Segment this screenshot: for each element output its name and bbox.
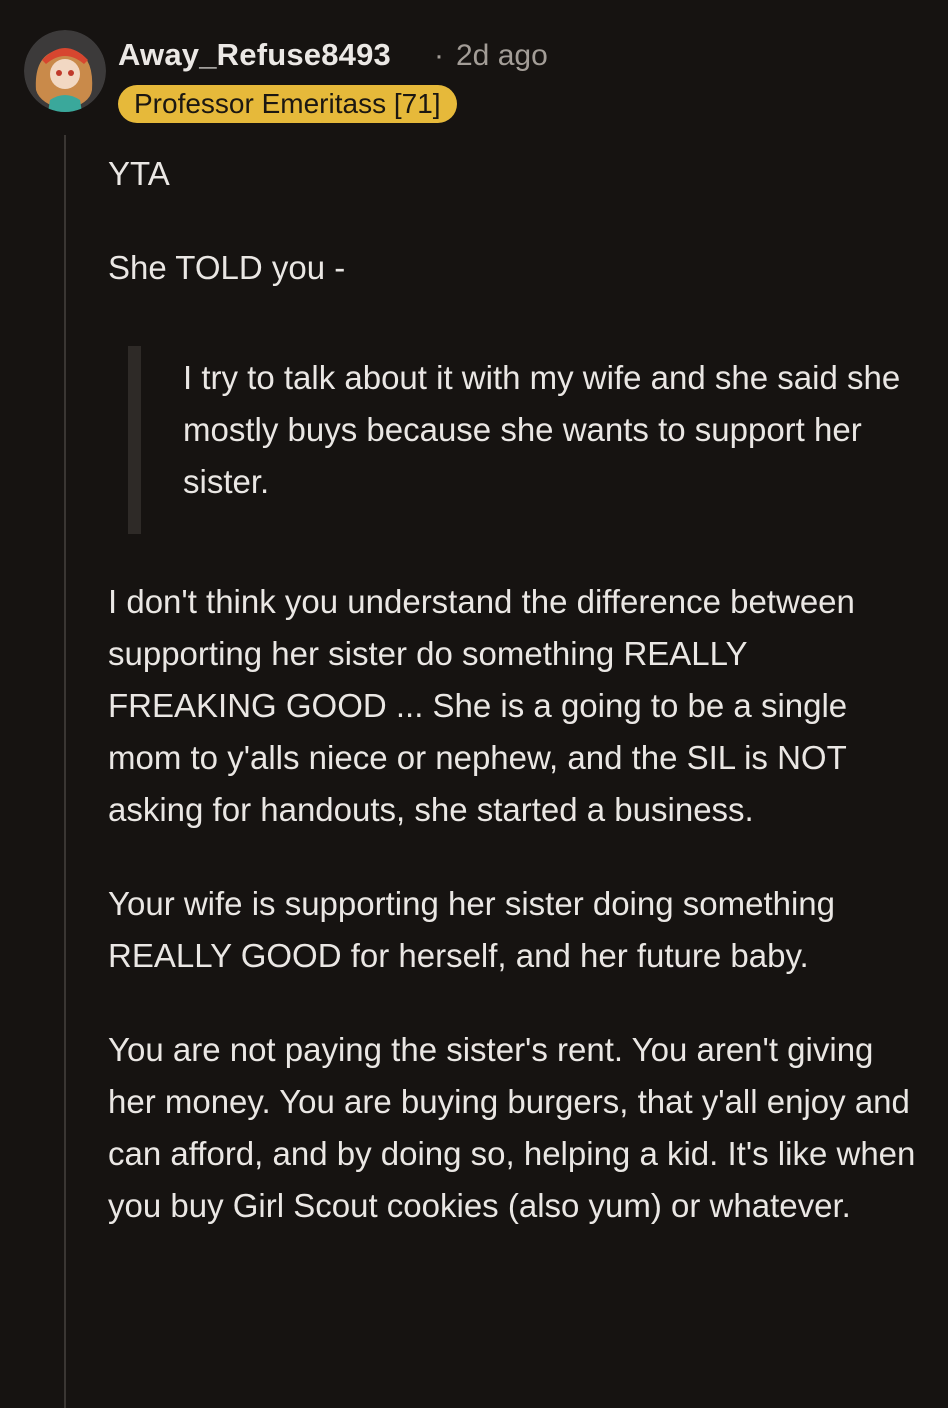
- comment-age: 2d ago: [456, 39, 548, 72]
- quote-text: I try to talk about it with my wife and …: [183, 359, 901, 500]
- user-avatar-icon: [24, 30, 106, 112]
- comment-paragraph: You are not paying the sister's rent. Yo…: [108, 1031, 916, 1224]
- user-avatar[interactable]: [24, 30, 106, 112]
- thread-collapse-line[interactable]: [64, 135, 66, 1408]
- comment-paragraph: She TOLD you -: [108, 249, 346, 286]
- comment-paragraph: I don't think you understand the differe…: [108, 583, 855, 828]
- author-username[interactable]: Away_Refuse8493: [118, 37, 391, 73]
- meta-separator: ·: [434, 39, 444, 72]
- comment-paragraph: YTA: [108, 155, 170, 192]
- comment-meta: · 2d ago: [434, 39, 548, 73]
- comment-paragraph: Your wife is supporting her sister doing…: [108, 885, 836, 974]
- quote-bar: [128, 346, 141, 534]
- user-flair-badge: Professor Emeritass [71]: [118, 85, 457, 123]
- comment-body: YTA She TOLD you - I try to talk about i…: [108, 148, 918, 1274]
- quoted-text-block: I try to talk about it with my wife and …: [128, 336, 918, 534]
